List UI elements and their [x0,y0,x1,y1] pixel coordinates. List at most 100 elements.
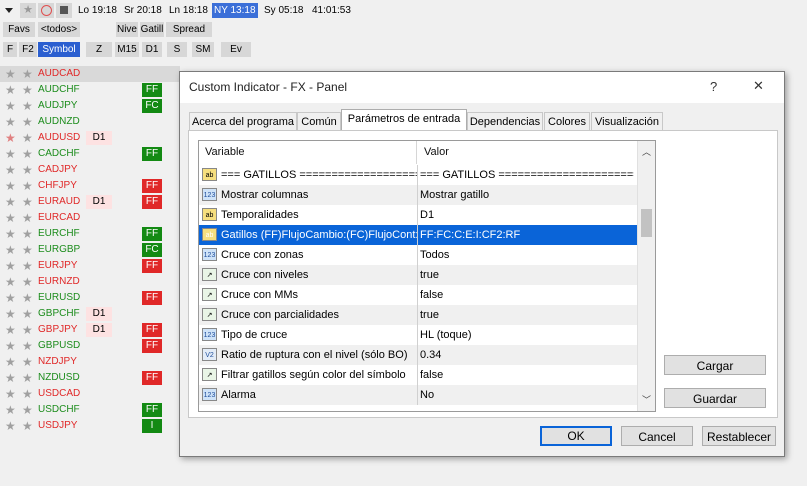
symbol-name[interactable]: USDJPY [38,418,77,434]
param-row[interactable]: ↗ Cruce con MMs false [199,285,637,305]
symbol-name[interactable]: AUDJPY [38,98,77,114]
param-value[interactable]: 0.34 [420,345,634,365]
tab-comun[interactable]: Común [297,112,341,131]
symbol-name[interactable]: EURNZD [38,274,80,290]
save-button[interactable]: Guardar [664,388,766,408]
star-icon[interactable]: ★ [22,386,33,402]
tab-acerca[interactable]: Acerca del programa [189,112,297,131]
col-s[interactable]: S [167,42,187,57]
header-variable[interactable]: Variable [199,141,417,164]
close-icon[interactable]: ✕ [753,78,764,94]
param-row[interactable]: ↗ Filtrar gatillos según color del símbol… [199,365,637,385]
favorite-star-icon[interactable]: ★ [5,258,16,274]
favorite-star-icon[interactable]: ★ [5,146,16,162]
star-icon[interactable]: ★ [22,290,33,306]
favorite-star-icon[interactable]: ★ [5,274,16,290]
favorite-star-icon[interactable]: ★ [5,178,16,194]
tab-parametros[interactable]: Parámetros de entrada [341,109,467,132]
circle-icon[interactable] [38,3,54,18]
symbol-row[interactable]: ★ ★ EURNZD [0,274,180,290]
symbol-row[interactable]: ★ ★ EURCHF FF [0,226,180,242]
col-d1[interactable]: D1 [142,42,162,57]
star-icon[interactable]: ★ [22,242,33,258]
favorite-star-icon[interactable]: ★ [5,162,16,178]
param-value[interactable]: Mostrar gatillo [420,185,634,205]
symbol-name[interactable]: CADJPY [38,162,77,178]
favorite-star-icon[interactable]: ★ [5,98,16,114]
param-row[interactable]: 123 Alarma No [199,385,637,405]
star-icon[interactable]: ★ [22,66,33,82]
symbol-name[interactable]: EURJPY [38,258,77,274]
symbol-name[interactable]: AUDCHF [38,82,80,98]
symbol-row[interactable]: ★ ★ AUDJPY FC [0,98,180,114]
symbol-name[interactable]: NZDJPY [38,354,77,370]
param-value[interactable]: Todos [420,245,634,265]
ok-button[interactable]: OK [540,426,612,446]
param-row[interactable]: 123 Cruce con zonas Todos [199,245,637,265]
favorite-star-icon[interactable]: ★ [5,402,16,418]
symbol-row[interactable]: ★ ★ AUDNZD [0,114,180,130]
dropdown-arrow-icon[interactable] [5,8,13,13]
favorite-star-icon[interactable]: ★ [5,242,16,258]
star-icon[interactable]: ★ [20,3,36,18]
col-f2[interactable]: F2 [19,42,37,57]
cancel-button[interactable]: Cancel [621,426,693,446]
scroll-down-icon[interactable]: ﹀ [642,393,651,406]
symbol-name[interactable]: AUDNZD [38,114,80,130]
header-valor[interactable]: Valor [418,141,637,164]
symbol-row[interactable]: ★ ★ AUDCAD [0,66,180,82]
scrollbar[interactable]: ︿ ﹀ [637,141,655,411]
spread-button[interactable]: Spread [166,22,212,37]
load-button[interactable]: Cargar [664,355,766,375]
symbol-row[interactable]: ★ ★ EURJPY FF [0,258,180,274]
star-icon[interactable]: ★ [22,402,33,418]
star-icon[interactable]: ★ [22,322,33,338]
param-value[interactable]: FF:FC:C:E:I:CF2:RF [420,225,634,245]
symbol-row[interactable]: ★ ★ CHFJPY FF [0,178,180,194]
symbol-row[interactable]: ★ ★ AUDUSD D1 [0,130,180,146]
favorite-star-icon[interactable]: ★ [5,194,16,210]
star-icon[interactable]: ★ [22,306,33,322]
tab-colores[interactable]: Colores [544,112,590,131]
symbol-row[interactable]: ★ ★ EURUSD FF [0,290,180,306]
star-icon[interactable]: ★ [22,210,33,226]
favorite-star-icon[interactable]: ★ [5,322,16,338]
symbol-name[interactable]: EURCAD [38,210,80,226]
param-value[interactable]: true [420,305,634,325]
todos-button[interactable]: <todos> [38,22,80,37]
symbol-row[interactable]: ★ ★ CADCHF FF [0,146,180,162]
square-icon[interactable] [56,3,72,18]
symbol-row[interactable]: ★ ★ EURAUD D1 FF [0,194,180,210]
col-sm[interactable]: SM [192,42,214,57]
tab-dependencias[interactable]: Dependencias [467,112,543,131]
symbol-name[interactable]: GBPCHF [38,306,80,322]
star-icon[interactable]: ★ [22,418,33,434]
favorite-star-icon[interactable]: ★ [5,338,16,354]
symbol-name[interactable]: AUDUSD [38,130,80,146]
symbol-row[interactable]: ★ ★ EURCAD [0,210,180,226]
star-icon[interactable]: ★ [22,82,33,98]
favorite-star-icon[interactable]: ★ [5,114,16,130]
symbol-row[interactable]: ★ ★ EURGBP FC [0,242,180,258]
col-symbol[interactable]: Symbol [38,42,80,57]
star-icon[interactable]: ★ [22,114,33,130]
star-icon[interactable]: ★ [22,130,33,146]
symbol-name[interactable]: NZDUSD [38,370,80,386]
symbol-row[interactable]: ★ ★ AUDCHF FF [0,82,180,98]
param-value[interactable]: false [420,365,634,385]
param-row[interactable]: 123 Tipo de cruce HL (toque) [199,325,637,345]
symbol-row[interactable]: ★ ★ USDCAD [0,386,180,402]
param-value[interactable]: D1 [420,205,634,225]
symbol-row[interactable]: ★ ★ USDCHF FF [0,402,180,418]
param-value[interactable]: No [420,385,634,405]
symbol-name[interactable]: EURGBP [38,242,80,258]
symbol-name[interactable]: CADCHF [38,146,80,162]
star-icon[interactable]: ★ [22,226,33,242]
gatillo-button[interactable]: Gatill [140,22,164,37]
symbol-name[interactable]: CHFJPY [38,178,77,194]
favorite-star-icon[interactable]: ★ [5,210,16,226]
col-f[interactable]: F [3,42,17,57]
param-row[interactable]: 123 Mostrar columnas Mostrar gatillo [199,185,637,205]
symbol-row[interactable]: ★ ★ USDJPY I [0,418,180,434]
favorite-star-icon[interactable]: ★ [5,370,16,386]
